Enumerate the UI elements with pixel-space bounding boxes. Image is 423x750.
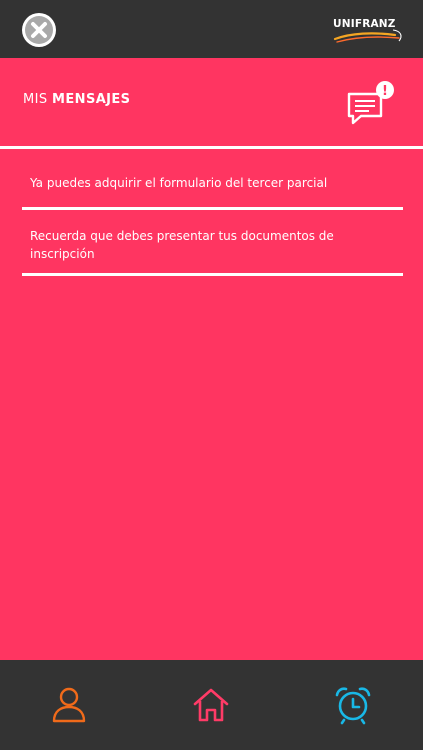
user-icon (52, 687, 86, 723)
page-title-bold: MENSAJES (52, 92, 131, 107)
nav-home-button[interactable] (191, 685, 231, 725)
message-text: Ya puedes adquirir el formulario del ter… (30, 176, 328, 190)
messages-header: MIS MENSAJES ! (0, 58, 423, 146)
messages-list: Ya puedes adquirir el formulario del ter… (0, 149, 423, 660)
page-title-prefix: MIS (23, 92, 53, 107)
list-item[interactable]: Recuerda que debes presentar tus documen… (22, 227, 403, 277)
app-window: UNIFRANZ MIS MENSAJES ! Ya puedes adquir… (0, 0, 423, 750)
home-icon (193, 688, 229, 722)
alert-badge: ! (382, 84, 388, 99)
list-item[interactable]: Ya puedes adquirir el formulario del ter… (22, 174, 403, 211)
close-button[interactable] (21, 12, 57, 48)
brand-logo: UNIFRANZ (333, 18, 405, 46)
top-bar: UNIFRANZ (0, 0, 423, 58)
nav-profile-button[interactable] (49, 685, 89, 725)
close-circle-icon (22, 13, 56, 47)
alarm-clock-icon (335, 687, 371, 725)
message-text: Recuerda que debes presentar tus documen… (30, 229, 334, 261)
logo-swoosh-icon (333, 29, 402, 43)
message-divider (22, 273, 403, 276)
message-divider (22, 207, 403, 210)
bottom-nav (0, 660, 423, 750)
message-alert-icon: ! (347, 81, 394, 125)
nav-alarm-button[interactable] (333, 685, 373, 725)
message-alert-button[interactable]: ! (345, 80, 397, 128)
page-title: MIS MENSAJES (23, 92, 130, 107)
